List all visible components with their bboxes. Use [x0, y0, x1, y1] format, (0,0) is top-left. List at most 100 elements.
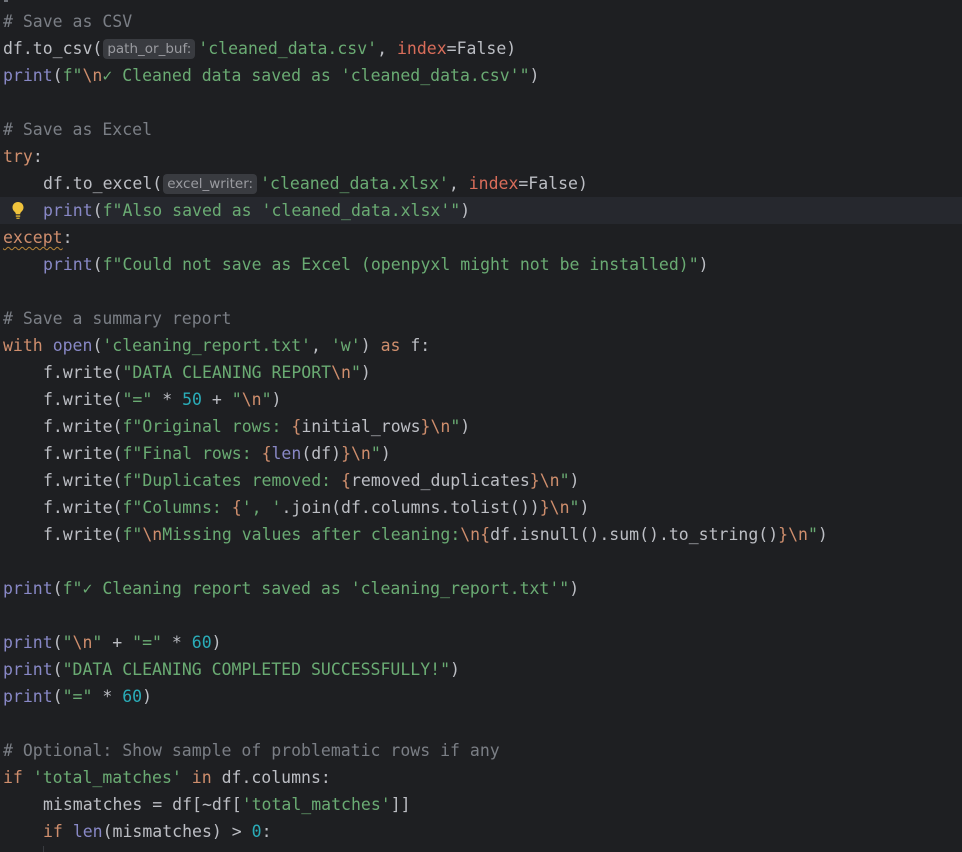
code-token: df.isnull().sum().to_string() — [490, 525, 779, 544]
code-token: { — [261, 444, 272, 463]
code-token: \n — [142, 525, 163, 544]
code-line[interactable]: f.write("DATA CLEANING REPORT\n") — [0, 359, 962, 386]
code-line[interactable]: if len(mismatches) > 0: — [0, 818, 962, 845]
code-line[interactable]: if 'total_matches' in df.columns: — [0, 764, 962, 791]
code-token: with — [3, 336, 43, 355]
code-token: # Optional: Show sample of problematic r… — [3, 741, 500, 760]
code-token: print — [3, 579, 53, 598]
code-line[interactable]: print(f"Could not save as Excel (openpyx… — [0, 251, 962, 278]
code-token: print — [3, 687, 53, 706]
code-line[interactable] — [0, 548, 962, 575]
code-token: f"✓ Cleaning report saved as 'cleaning_r… — [62, 579, 570, 598]
code-token: f.write( — [43, 444, 123, 463]
code-token: ]] — [390, 795, 411, 814]
code-token: print — [3, 633, 53, 652]
code-text: # Save a summary report — [3, 305, 231, 332]
code-token: 50 — [182, 390, 202, 409]
code-token: try — [3, 147, 33, 166]
code-line[interactable]: print("=" * 60) — [0, 683, 962, 710]
code-line[interactable]: # Save as CSV — [0, 8, 962, 35]
code-token: \n — [82, 66, 103, 85]
code-text: df.to_csv(path_or_buf:'cleaned_data.csv'… — [3, 35, 516, 62]
code-token: + — [201, 390, 232, 409]
code-token: ) — [569, 471, 580, 490]
code-line[interactable]: f.write(f"\nMissing values after cleanin… — [0, 521, 962, 548]
code-line[interactable]: print("\n" + "=" * 60) — [0, 629, 962, 656]
code-token: : — [261, 822, 272, 841]
code-token: " — [450, 417, 461, 436]
code-token: f.write( — [43, 498, 123, 517]
code-token: # Save as Excel — [3, 120, 153, 139]
code-token: f"Final rows: — [122, 444, 262, 463]
code-token: as — [380, 336, 401, 355]
code-token: initial_rows — [301, 417, 421, 436]
code-line[interactable]: try: — [0, 143, 962, 170]
code-text: print("DATA CLEANING COMPLETED SUCCESSFU… — [3, 656, 460, 683]
code-token: ) — [450, 660, 460, 679]
code-text: print(f"\n✓ Cleaned data saved as 'clean… — [3, 62, 539, 89]
code-token: 'w' — [330, 336, 361, 355]
code-token: f.write( — [43, 525, 123, 544]
code-text: if 'total_matches' in df.columns: — [3, 764, 331, 791]
code-line[interactable]: print("DATA CLEANING COMPLETED SUCCESSFU… — [0, 656, 962, 683]
code-line[interactable]: f.write(f"Original rows: {initial_rows}\… — [0, 413, 962, 440]
code-token: 'cleaned_data.xlsx' — [260, 174, 449, 193]
code-token: ( — [92, 255, 103, 274]
code-token: index — [396, 39, 447, 58]
code-token: ) — [211, 633, 222, 652]
code-token: : — [32, 147, 43, 166]
code-token: Missing values after cleaning: — [162, 525, 461, 544]
code-line[interactable] — [0, 278, 962, 305]
code-line[interactable]: print(f"✓ Cleaning report saved as 'clea… — [0, 575, 962, 602]
code-token: + — [102, 633, 133, 652]
code-line[interactable]: # Save as Excel — [0, 116, 962, 143]
code-line[interactable] — [0, 710, 962, 737]
code-token: f" — [122, 525, 143, 544]
code-line[interactable] — [0, 89, 962, 116]
code-line[interactable]: f.write(f"Duplicates removed: {removed_d… — [0, 467, 962, 494]
code-text: f.write("DATA CLEANING REPORT\n") — [3, 359, 371, 386]
code-line[interactable]: with open('cleaning_report.txt', 'w') as… — [0, 332, 962, 359]
code-token: f.write( — [43, 471, 123, 490]
code-line[interactable] — [0, 602, 962, 629]
code-token: ) — [360, 363, 371, 382]
code-line[interactable]: # Save a summary report — [0, 305, 962, 332]
code-token: 0 — [251, 822, 262, 841]
code-token: , — [311, 336, 331, 355]
code-token: ( — [52, 633, 63, 652]
code-line[interactable]: f.write(f"Final rows: {len(df)}\n") — [0, 440, 962, 467]
code-token: df.to_excel( — [43, 174, 163, 193]
code-token: { — [291, 417, 302, 436]
code-line[interactable]: except: — [0, 224, 962, 251]
code-token: ) — [460, 201, 471, 220]
code-text: f.write(f"Original rows: {initial_rows}\… — [3, 413, 470, 440]
code-token: "=" — [62, 687, 93, 706]
code-token: 60 — [191, 633, 212, 652]
code-editor[interactable]: # Save as CSV df.to_csv(path_or_buf:'clea… — [0, 0, 962, 852]
code-token: f.write( — [43, 417, 123, 436]
code-line[interactable]: mismatches = df[~df['total_matches']] — [0, 791, 962, 818]
code-token: ) — [529, 66, 540, 85]
code-token: " — [569, 498, 580, 517]
indent-guide — [43, 846, 44, 852]
code-text: print(f"✓ Cleaning report saved as 'clea… — [3, 575, 579, 602]
code-token: \n — [460, 525, 481, 544]
code-line[interactable]: print(f"\n✓ Cleaned data saved as 'clean… — [0, 62, 962, 89]
scroll-marker — [4, 0, 8, 2]
code-text: print("\n" + "=" * 60) — [3, 629, 222, 656]
code-token: f.write( — [43, 390, 123, 409]
code-token: 'cleaning_report.txt' — [102, 336, 311, 355]
code-token: " — [231, 390, 242, 409]
code-line[interactable]: f.write("=" * 50 + "\n") — [0, 386, 962, 413]
code-line[interactable]: # Optional: Show sample of problematic r… — [0, 737, 962, 764]
code-line[interactable]: df.to_csv(path_or_buf:'cleaned_data.csv'… — [0, 35, 962, 62]
code-line[interactable]: print(f"Also saved as 'cleaned_data.xlsx… — [0, 197, 962, 224]
code-line[interactable]: f.write(f"Columns: {', '.join(df.columns… — [0, 494, 962, 521]
code-token: len — [271, 444, 302, 463]
code-token: print — [3, 66, 53, 85]
code-token: } — [529, 471, 540, 490]
code-text: # Optional: Show sample of problematic r… — [3, 737, 500, 764]
code-line[interactable]: df.to_excel(excel_writer:'cleaned_data.x… — [0, 170, 962, 197]
